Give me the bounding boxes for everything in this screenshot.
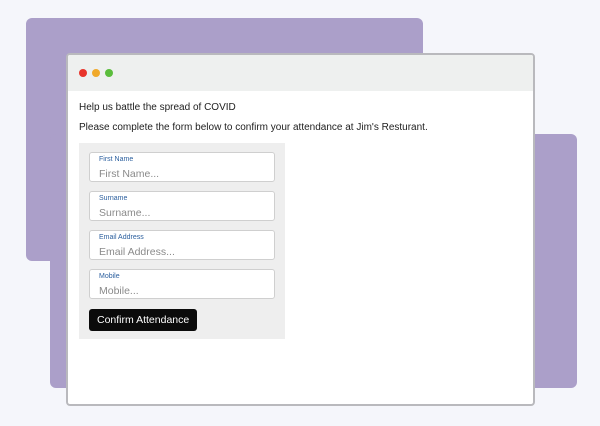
stage: Help us battle the spread of COVID Pleas…: [0, 0, 600, 426]
browser-window: Help us battle the spread of COVID Pleas…: [66, 53, 535, 406]
mobile-label: Mobile: [99, 273, 120, 280]
mobile-field[interactable]: Mobile: [89, 269, 275, 299]
page-instruction: Please complete the form below to confir…: [79, 122, 428, 133]
first-name-input[interactable]: [99, 166, 265, 182]
attendance-form: First Name Surname Email Address Mobile …: [79, 143, 285, 339]
first-name-field[interactable]: First Name: [89, 152, 275, 182]
first-name-label: First Name: [99, 156, 134, 163]
email-field[interactable]: Email Address: [89, 230, 275, 260]
confirm-attendance-button[interactable]: Confirm Attendance: [89, 309, 198, 331]
surname-input[interactable]: [99, 205, 265, 221]
close-window-dot-icon[interactable]: [79, 69, 87, 77]
surname-field[interactable]: Surname: [89, 191, 275, 221]
email-label: Email Address: [99, 234, 144, 241]
mobile-input[interactable]: [99, 283, 265, 299]
maximize-window-dot-icon[interactable]: [105, 69, 113, 77]
window-titlebar: [68, 55, 533, 91]
email-input[interactable]: [99, 244, 265, 260]
page-heading: Help us battle the spread of COVID: [79, 102, 236, 113]
minimize-window-dot-icon[interactable]: [92, 69, 100, 77]
page-content: Help us battle the spread of COVID Pleas…: [68, 91, 533, 339]
surname-label: Surname: [99, 195, 128, 202]
